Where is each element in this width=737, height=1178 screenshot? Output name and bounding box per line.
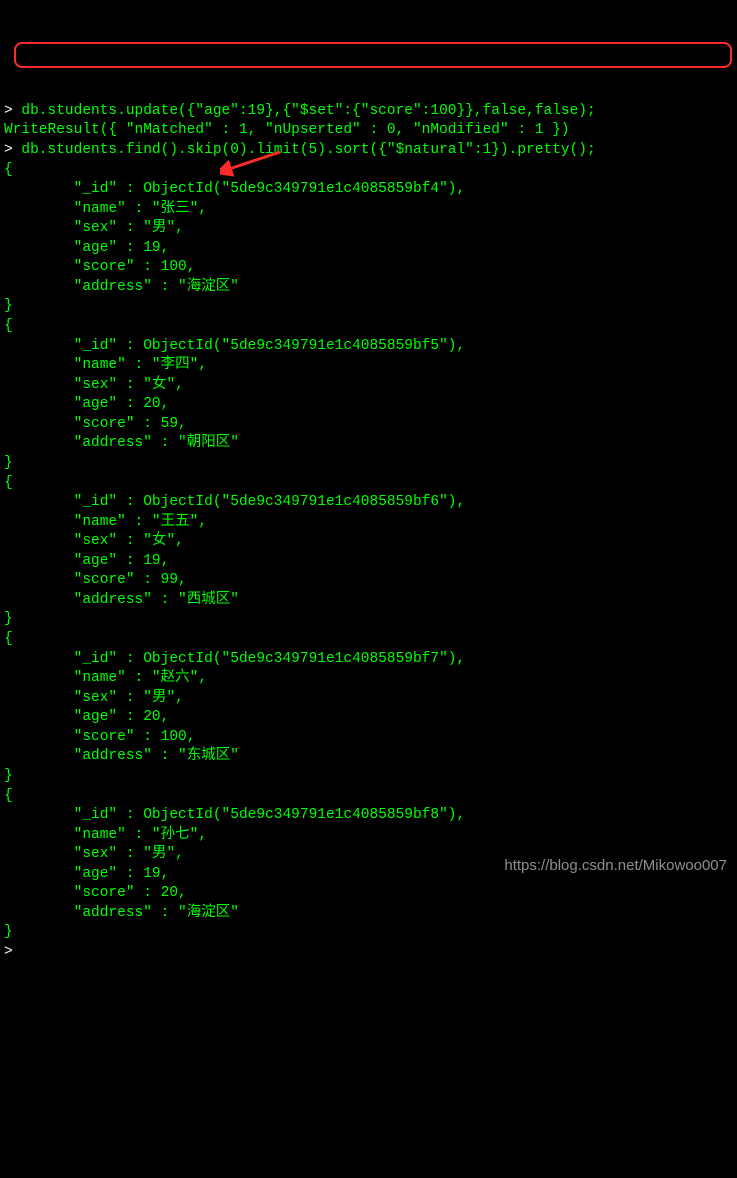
prompt-char: > bbox=[4, 103, 13, 119]
watermark-text: https://blog.csdn.net/Mikowoo007 bbox=[504, 856, 727, 876]
update-result: WriteResult({ "nMatched" : 1, "nUpserted… bbox=[4, 122, 570, 138]
prompt-char: > bbox=[4, 944, 13, 960]
cmd-update: db.students.update({"age":19},{"$set":{"… bbox=[21, 103, 595, 119]
highlight-annotation bbox=[14, 42, 732, 68]
terminal-output: > db.students.update({"age":19},{"$set":… bbox=[4, 82, 733, 962]
doc-2: { "_id" : ObjectId("5de9c349791e1c408585… bbox=[4, 475, 465, 628]
cmd-find: db.students.find().skip(0).limit(5).sort… bbox=[21, 142, 595, 158]
doc-3: { "_id" : ObjectId("5de9c349791e1c408585… bbox=[4, 631, 465, 784]
doc-4: { "_id" : ObjectId("5de9c349791e1c408585… bbox=[4, 788, 465, 941]
doc-1: { "_id" : ObjectId("5de9c349791e1c408585… bbox=[4, 318, 465, 471]
prompt-char: > bbox=[4, 142, 13, 158]
doc-0: { "_id" : ObjectId("5de9c349791e1c408585… bbox=[4, 162, 465, 315]
